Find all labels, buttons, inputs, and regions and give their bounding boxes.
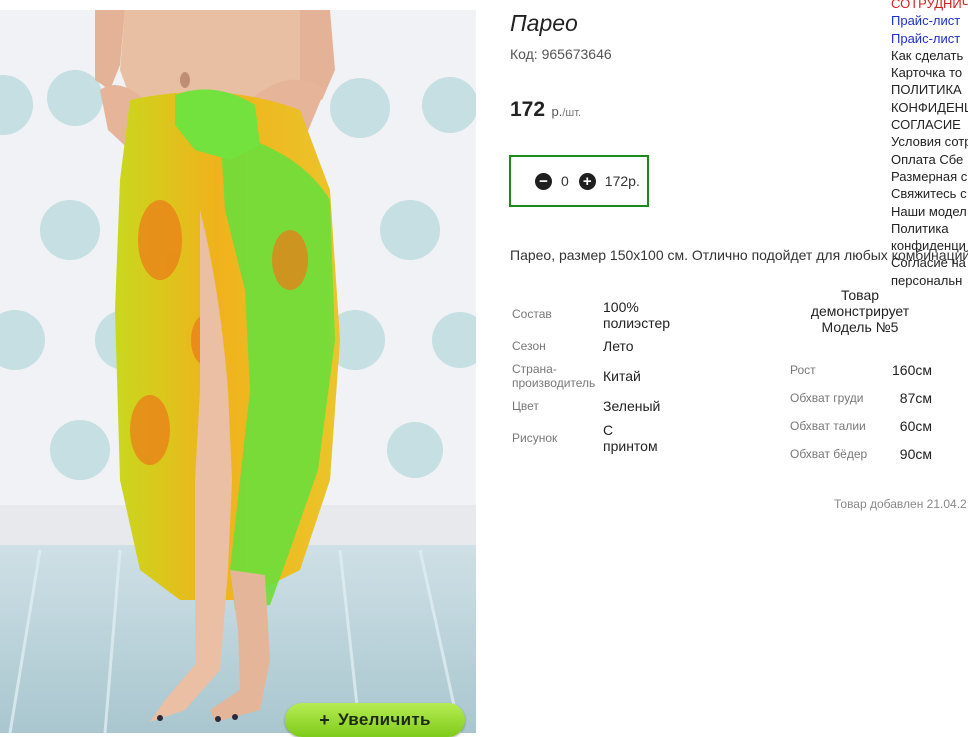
added-date: Товар добавлен 21.04.2 (834, 497, 967, 511)
model-param-label: Обхват груди (790, 391, 864, 405)
side-link[interactable]: Согласие на (891, 254, 968, 271)
model-param-value: 160см (892, 362, 932, 378)
attr-value: 100% полиэстер (603, 299, 671, 331)
side-link[interactable]: КОНФИДЕНЦ (891, 99, 968, 116)
side-link[interactable]: Политика (891, 220, 968, 237)
attr-label: Состав (512, 307, 552, 321)
plus-icon: + (319, 709, 331, 730)
side-link[interactable]: Размерная с (891, 168, 968, 185)
price-value: 172 (510, 98, 546, 121)
model-param-label: Обхват талии (790, 419, 866, 433)
product-photo[interactable] (0, 10, 476, 733)
attr-value: Зеленый (603, 398, 661, 414)
side-link[interactable]: Условия сотр (891, 133, 968, 150)
product-code: Код: 965673646 (510, 46, 612, 62)
model-param-label: Рост (790, 363, 816, 377)
product-price: 172 р./шт. (510, 98, 581, 122)
product-title: Парео (510, 10, 578, 36)
zoom-button-label: Увеличить (338, 710, 431, 729)
side-link[interactable]: Прайс-лист (891, 12, 968, 29)
attr-value: Лето (603, 338, 634, 354)
model-param-value: 90см (899, 446, 932, 462)
side-link[interactable]: Как сделать (891, 47, 968, 64)
side-link[interactable]: СОТРУДНИЧ (891, 0, 968, 12)
attr-label: Рисунок (512, 431, 558, 445)
model-param-value: 60см (899, 418, 932, 434)
quantity-value[interactable]: 0 (561, 173, 569, 189)
attr-label: Сезон (512, 339, 546, 353)
model-param-label: Обхват бёдер (790, 447, 868, 461)
plus-circle-icon[interactable]: + (578, 172, 596, 190)
attr-value: Китай (603, 368, 641, 384)
zoom-button[interactable]: + Увеличить (285, 703, 465, 737)
side-link[interactable]: Свяжитесь с (891, 185, 968, 202)
side-link[interactable]: Прайс-лист (891, 30, 968, 47)
pareo-image (0, 10, 476, 733)
minus-icon[interactable]: − (535, 172, 552, 190)
attr-label: Страна-производитель (512, 362, 596, 390)
quantity-total: 172р. (604, 173, 640, 189)
attr-label: Цвет (512, 399, 539, 413)
side-link[interactable]: Оплата Сбе (891, 151, 968, 168)
attr-value: С принтом (603, 422, 658, 454)
side-link[interactable]: ПОЛИТИКА (891, 81, 968, 98)
side-link[interactable]: персональн (891, 272, 968, 289)
side-link[interactable]: конфиденци (891, 237, 968, 254)
quantity-stepper: − 0 + 172р. (509, 155, 649, 207)
side-links: СОТРУДНИЧ Прайс-лист Прайс-лист Как сдел… (891, 0, 968, 295)
side-link[interactable]: Наши модел (891, 203, 968, 220)
side-link[interactable]: Карточка то (891, 64, 968, 81)
side-link[interactable]: СОГЛАСИЕ (891, 116, 968, 133)
price-unit: /шт. (562, 107, 582, 119)
price-currency: р./шт. (551, 104, 582, 119)
model-param-value: 87см (899, 390, 932, 406)
